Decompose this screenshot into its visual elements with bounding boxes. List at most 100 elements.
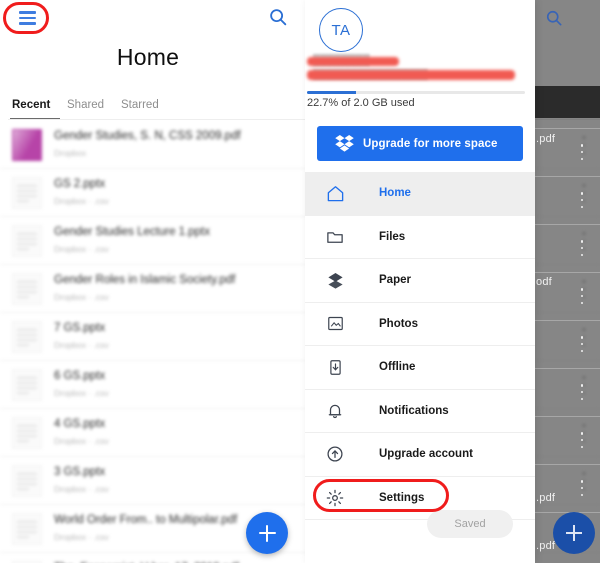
thumbnail-text-line [17,425,37,427]
tab-shared[interactable]: Shared [67,99,104,111]
file-location: Dropbox · .csv [54,484,109,494]
file-location: Dropbox · .csv [54,436,109,446]
thumbnail-text-line [17,200,29,202]
overflow-menu-icon-dimmed [580,384,584,400]
drawer-item-paper[interactable]: Paper [305,259,535,303]
kebab-dot [580,198,584,202]
kebab-dot [580,301,584,304]
kebab-dot [580,144,584,147]
thumbnail-text-line [17,377,37,379]
thumbnail-text-line [17,243,37,245]
hamburger-bar [18,16,36,20]
file-location: Dropbox · .csv [54,340,109,350]
kebab-dot [580,253,584,256]
thumbnail-text-line [17,536,29,538]
file-name: Gender Studies Lecture 1.pptx [54,226,210,238]
folder-icon [325,227,345,247]
file-name: GS 2.pptx [54,178,106,190]
add-button[interactable] [246,512,288,554]
upgrade-button-label: Upgrade for more space [363,137,498,150]
kebab-dot [580,157,584,160]
thumbnail-text-line [17,521,37,523]
drawer-scrim-overlay[interactable]: .pdf odf .pdf .pdf [535,0,600,563]
app-root: Home Recent Shared Starred Gender Studie… [0,0,600,563]
file-thumbnail-doc [12,513,42,545]
overflow-menu-icon-dimmed [580,480,584,496]
file-name: 6 GS.pptx [54,370,106,382]
drawer-item-label: Home [379,187,411,200]
drawer-item-label: Notifications [379,404,449,417]
avatar[interactable]: TA [319,8,363,52]
thumbnail-text-line [17,488,29,490]
dimmed-row-divider [535,416,600,417]
thumbnail-text-line [17,344,29,346]
drawer-item-photos[interactable]: Photos [305,303,535,346]
kebab-dot [580,294,584,298]
redaction-mark-name [307,57,399,66]
dimmed-row-divider [535,224,600,225]
hamburger-bar [18,22,36,25]
upgrade-for-more-space-button[interactable]: Upgrade for more space [317,126,523,161]
file-name: Gender Roles in Islamic Society.pdf [54,274,236,286]
drawer-item-files[interactable]: Files [305,216,535,259]
file-thumbnail-doc [12,177,42,209]
kebab-dot [580,150,584,154]
home-icon [325,183,345,203]
kebab-dot [580,397,584,400]
search-icon[interactable] [267,6,291,30]
saved-toast-label: Saved [454,518,486,530]
drawer-menu: Home Files Paper Photos Offline Notifications… [305,172,535,520]
kebab-dot [580,336,584,339]
kebab-dot [580,486,584,490]
overflow-menu-icon-dimmed [580,432,584,448]
kebab-dot [580,240,584,243]
thumbnail-text-line [17,281,37,283]
gear-icon [325,488,345,508]
offline-download-icon [325,357,345,377]
drawer-item-notifications[interactable]: Notifications [305,390,535,433]
overflow-menu-icon-dimmed [580,336,584,352]
drawer-item-label: Settings [379,491,425,504]
drawer-item-offline[interactable]: Offline [305,346,535,390]
file-name: World Order From.. to Multipolar.pdf [54,514,238,526]
file-location: Dropbox · .csv [54,244,109,254]
file-location: Dropbox · .csv [54,532,109,542]
search-icon-dimmed [544,8,564,28]
storage-progress-bar [307,91,525,94]
tab-starred[interactable]: Starred [121,99,159,111]
kebab-dot [580,342,584,346]
thumbnail-text-line [17,329,37,331]
kebab-dot [580,205,584,208]
add-button-dimmed [553,512,595,554]
file-thumbnail-doc [12,273,42,305]
thumbnail-text-line [17,478,37,480]
tab-recent[interactable]: Recent [12,99,50,111]
drawer-item-upgrade-account[interactable]: Upgrade account [305,433,535,477]
thumbnail-sheen [13,130,41,160]
thumbnail-text-line [17,334,37,336]
hamburger-icon[interactable] [12,7,42,29]
thumbnail-text-line [17,248,29,250]
thumbnail-text-line [17,233,37,235]
redaction-mark-email [307,70,515,80]
storage-progress-fill [307,91,357,94]
file-location: Dropbox [54,148,87,158]
thumbnail-text-line [17,531,37,533]
kebab-dot [580,445,584,448]
thumbnail-text-line [17,526,37,528]
navigation-drawer: TA ████████ ██████████████████ 22.7% of … [305,0,535,563]
dimmed-file-name: .pdf [536,540,556,552]
thumbnail-text-line [17,430,37,432]
file-location: Dropbox · .csv [54,196,109,206]
dimmed-row-divider [535,128,600,129]
dimmed-row-divider [535,464,600,465]
dropbox-logo-icon [335,135,354,152]
dimmed-file-name: .pdf [536,492,556,504]
thumbnail-text-line [17,291,37,293]
thumbnail-text-line [17,238,37,240]
drawer-item-home[interactable]: Home [305,172,535,216]
overflow-menu-icon-dimmed [580,240,584,256]
drawer-item-label: Offline [379,361,416,374]
kebab-dot [580,349,584,352]
file-name: 7 GS.pptx [54,322,106,334]
